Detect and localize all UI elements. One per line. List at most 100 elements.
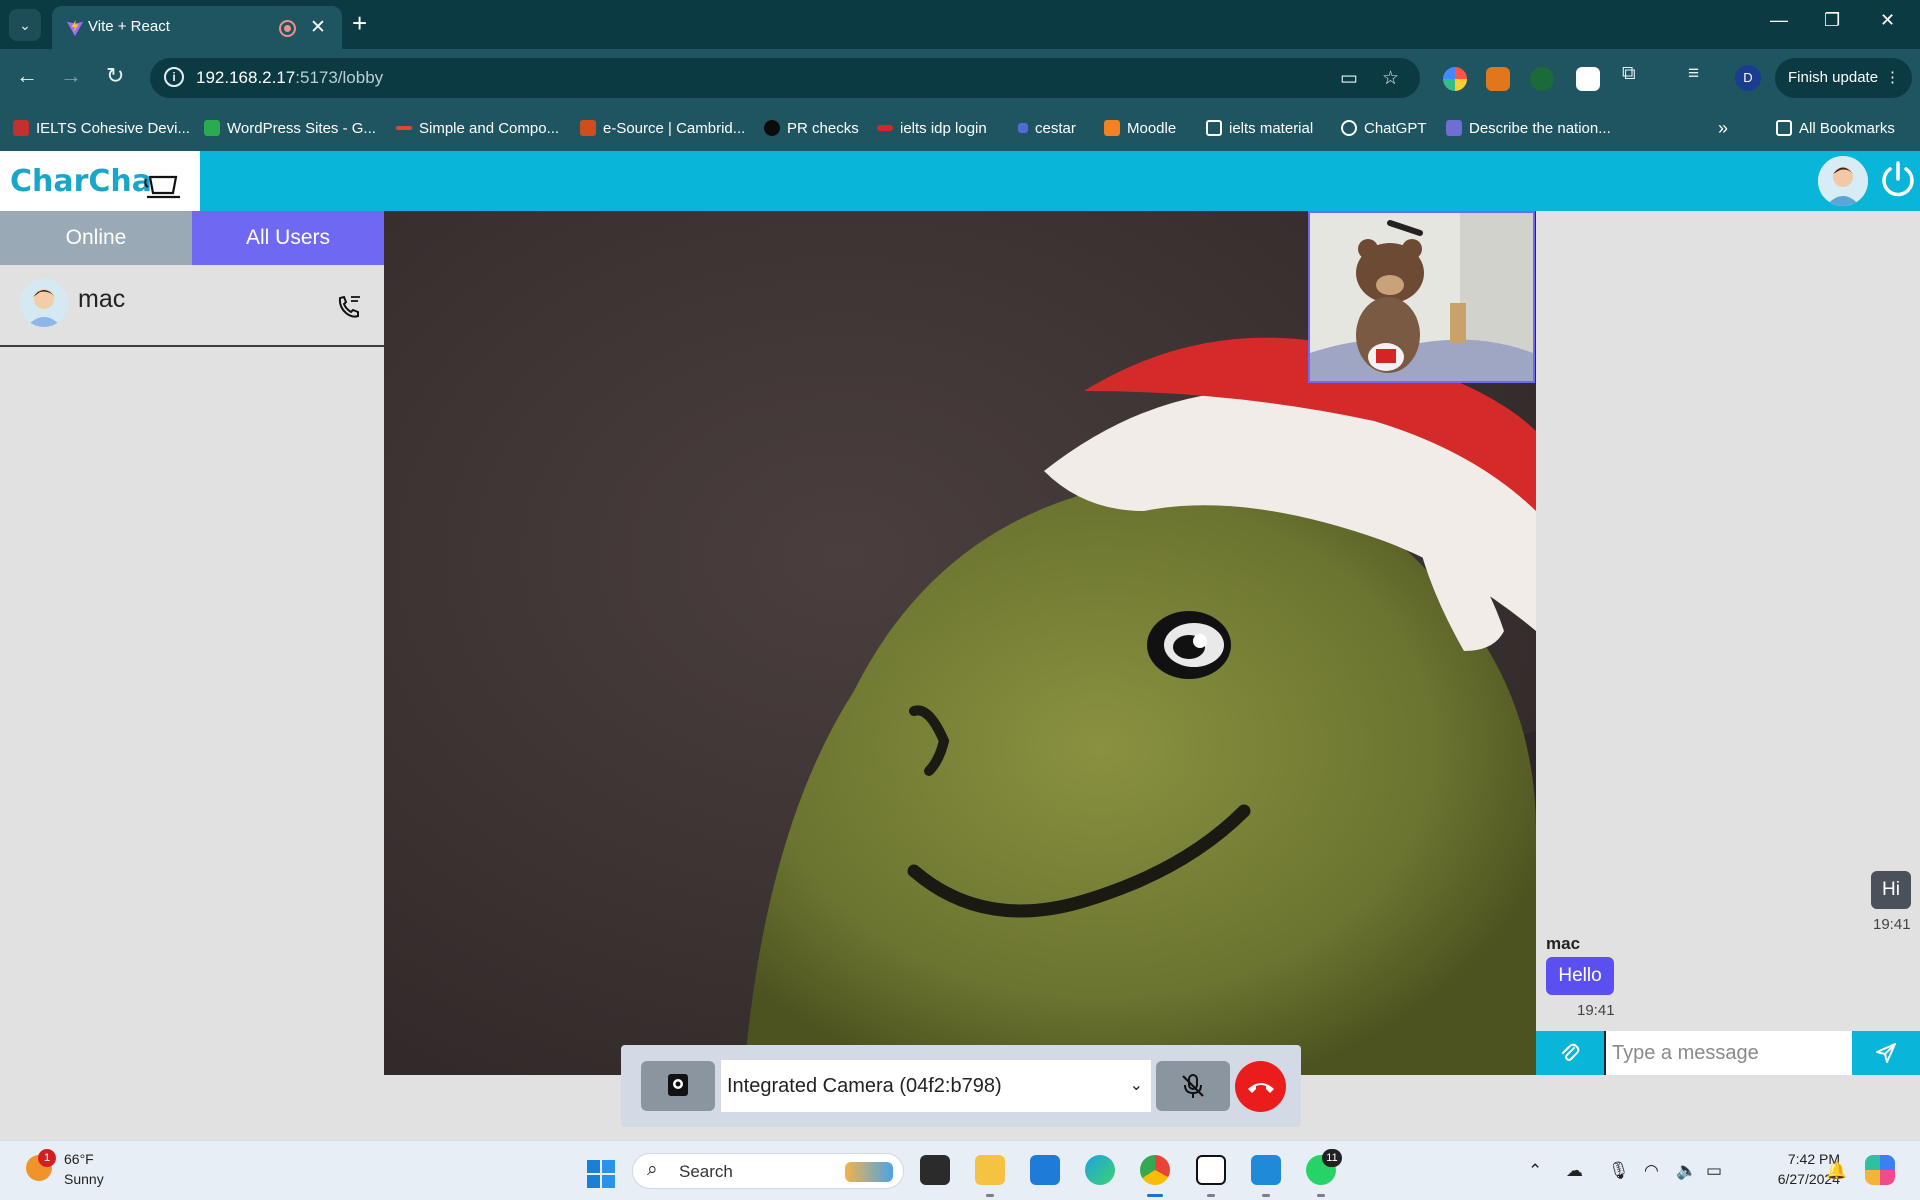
notion-icon[interactable] <box>1196 1155 1226 1185</box>
user-avatar[interactable] <box>1818 156 1868 206</box>
bookmark-item[interactable]: PR checks <box>764 116 859 140</box>
weather-notification-badge: 1 <box>38 1149 56 1167</box>
bookmark-item[interactable]: Describe the nation... <box>1446 116 1611 140</box>
microsoft-store-icon[interactable] <box>1030 1155 1060 1185</box>
moodle-icon <box>1104 120 1120 136</box>
tab-all-users[interactable]: All Users <box>192 211 384 265</box>
tray-overflow-icon[interactable]: ⌃ <box>1528 1161 1542 1181</box>
battery-icon[interactable]: ▭ <box>1706 1161 1722 1181</box>
new-tab-button[interactable]: + <box>352 8 367 39</box>
copilot-icon[interactable] <box>1865 1155 1895 1185</box>
incoming-message: Hello <box>1546 957 1614 995</box>
camera-in-use-icon[interactable]: ▭ <box>1340 67 1358 90</box>
url-text[interactable]: 192.168.2.17:5173/lobby <box>196 68 383 88</box>
hang-up-icon <box>1247 1082 1274 1093</box>
windows-start-icon[interactable] <box>586 1159 616 1189</box>
onedrive-icon[interactable]: ☁ <box>1566 1161 1583 1181</box>
edge-icon[interactable] <box>1085 1155 1115 1185</box>
bookmark-folder[interactable]: ielts material <box>1206 116 1313 140</box>
message-timestamp: 19:41 <box>1873 916 1911 933</box>
local-video-preview <box>1308 211 1535 383</box>
send-icon <box>1876 1043 1896 1063</box>
restore-icon[interactable]: ❐ <box>1824 10 1840 31</box>
running-indicator <box>1207 1194 1215 1197</box>
power-logout-icon[interactable] <box>1880 159 1916 199</box>
local-video-frame <box>1310 213 1533 381</box>
minimize-icon[interactable]: — <box>1770 10 1788 31</box>
media-control-icon[interactable]: ≡ <box>1688 63 1699 85</box>
back-icon[interactable]: ← <box>16 63 38 89</box>
recording-indicator-icon <box>281 22 294 35</box>
bookmark-item[interactable]: Moodle <box>1104 116 1176 140</box>
send-button[interactable] <box>1852 1031 1920 1075</box>
microphone-icon[interactable]: 🎙 <box>1608 1161 1630 1181</box>
extension-color-icon[interactable] <box>1443 67 1467 91</box>
file-explorer-icon[interactable] <box>975 1155 1005 1185</box>
grammarly-icon[interactable] <box>1530 67 1554 91</box>
bookmark-favicon-icon <box>877 125 893 131</box>
notifications-bell-icon[interactable]: 🔔 <box>1826 1161 1847 1181</box>
bookmark-favicon-icon <box>580 120 596 136</box>
bookmarks-overflow-icon[interactable]: » <box>1718 116 1728 140</box>
bookmarks-bar: IELTS Cohesive Devi... WordPress Sites -… <box>0 106 1920 151</box>
finish-update-button[interactable]: Finish update ⋮ <box>1775 58 1912 98</box>
close-window-icon[interactable]: ✕ <box>1880 10 1895 31</box>
taskbar-search[interactable]: ⌕ Search <box>632 1153 904 1189</box>
site-info-icon[interactable]: i <box>164 67 184 87</box>
bookmark-item[interactable]: Simple and Compo... <box>396 116 559 140</box>
call-icon[interactable] <box>336 295 362 319</box>
tab-search-button[interactable]: ⌄ <box>9 9 41 41</box>
outgoing-message: Hi <box>1871 871 1911 909</box>
forward-icon[interactable]: → <box>60 63 82 89</box>
volume-icon[interactable]: 🔈 <box>1676 1161 1697 1181</box>
wifi-icon[interactable]: ◠ <box>1644 1161 1659 1181</box>
camera-select[interactable]: Integrated Camera (04f2:b798) ⌄ <box>721 1060 1151 1112</box>
weather-condition[interactable]: Sunny <box>64 1171 104 1187</box>
extensions-puzzle-icon[interactable]: ⧉ <box>1622 63 1636 85</box>
user-list-item[interactable]: mac <box>0 265 384 347</box>
vscode-icon[interactable] <box>1251 1155 1281 1185</box>
bookmark-item[interactable]: WordPress Sites - G... <box>204 116 376 140</box>
chrome-icon[interactable] <box>1140 1155 1170 1185</box>
bookmark-star-icon[interactable]: ☆ <box>1382 67 1399 90</box>
omnibox[interactable]: i 192.168.2.17:5173/lobby ▭ ☆ <box>150 58 1420 98</box>
bookmark-item[interactable]: IELTS Cohesive Devi... <box>13 116 190 140</box>
message-input[interactable] <box>1604 1031 1852 1075</box>
tab-online[interactable]: Online <box>0 211 192 265</box>
chat-input-bar <box>1536 1031 1920 1075</box>
attach-button[interactable] <box>1536 1031 1604 1075</box>
whatsapp-badge: 11 <box>1322 1149 1342 1167</box>
more-menu-icon[interactable]: ⋮ <box>1885 58 1900 98</box>
chatgpt-icon <box>1341 120 1357 136</box>
paperclip-icon <box>1562 1043 1580 1061</box>
bookmark-favicon-icon <box>396 126 412 130</box>
all-bookmarks-button[interactable]: All Bookmarks <box>1776 116 1895 140</box>
message-sender: mac <box>1546 934 1581 953</box>
bookmark-item[interactable]: cestar <box>1018 116 1076 140</box>
task-view-icon[interactable] <box>920 1155 950 1185</box>
active-indicator <box>1147 1194 1163 1197</box>
browser-tab-bar: ⌄ Vite + React ✕ + — ❐ ✕ <box>0 0 1920 49</box>
bookmark-favicon-icon <box>204 120 220 136</box>
browser-tab[interactable]: Vite + React ✕ <box>52 6 342 49</box>
bookmark-item[interactable]: ChatGPT <box>1341 116 1427 140</box>
metamask-icon[interactable] <box>1486 67 1510 91</box>
close-tab-icon[interactable]: ✕ <box>310 16 326 39</box>
camera-toggle-button[interactable] <box>641 1061 715 1111</box>
extension-icon[interactable] <box>1576 67 1600 91</box>
folder-icon <box>1206 120 1222 136</box>
logo[interactable]: CharCha <box>0 151 200 211</box>
bookmark-item[interactable]: ielts idp login <box>877 116 987 140</box>
end-call-button[interactable] <box>1235 1061 1286 1112</box>
bookmark-favicon-icon <box>1446 120 1462 136</box>
mute-microphone-button[interactable] <box>1156 1061 1230 1111</box>
weather-temperature[interactable]: 66°F <box>64 1151 94 1167</box>
profile-avatar[interactable]: D <box>1735 65 1761 91</box>
vite-logo-icon <box>66 19 84 37</box>
tea-cup-icon <box>144 175 180 199</box>
logo-text: CharCha <box>10 164 153 199</box>
bookmark-favicon-icon <box>1018 123 1028 133</box>
folder-icon <box>1776 120 1792 136</box>
bookmark-item[interactable]: e-Source | Cambrid... <box>580 116 745 140</box>
reload-icon[interactable]: ↻ <box>106 63 124 89</box>
